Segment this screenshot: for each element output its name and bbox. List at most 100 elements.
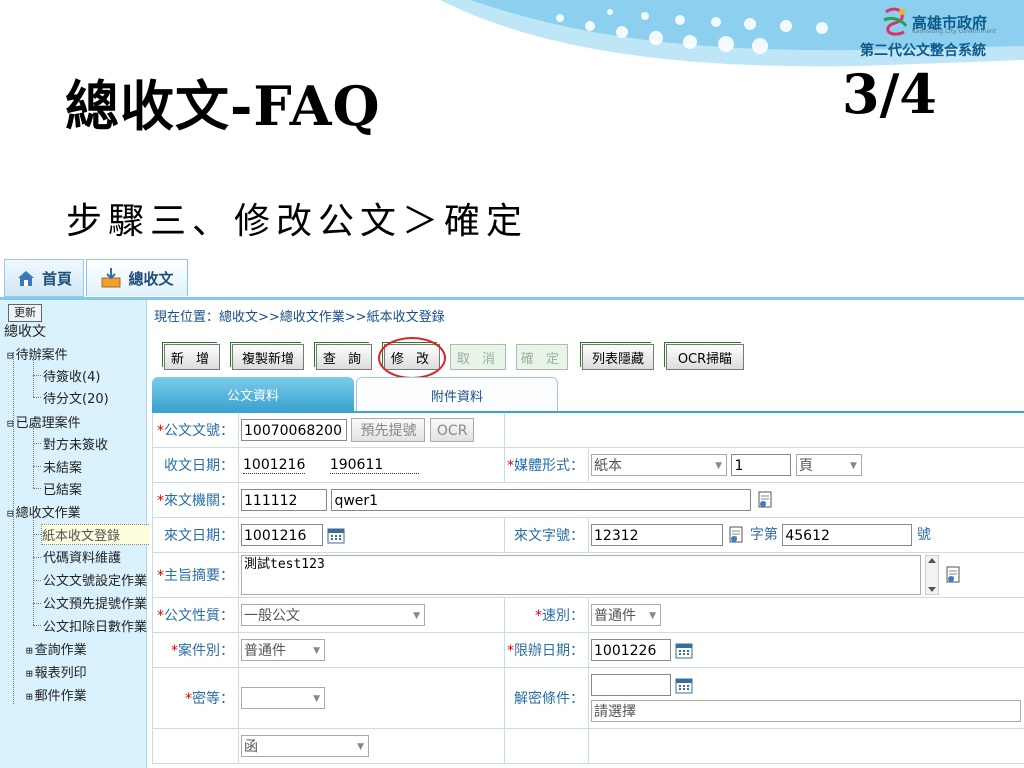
subject-label: *主旨摘要：	[152, 552, 239, 598]
ocr-scan-button[interactable]: OCR掃瞄	[664, 342, 744, 370]
kaohsiung-emblem-icon	[883, 7, 908, 36]
secret-select[interactable]: ▼	[241, 687, 325, 709]
tree-group-reports[interactable]: ⊞ 報表列印	[26, 662, 87, 681]
recv-time-value: 190611	[329, 457, 420, 474]
from-org-name-input[interactable]: qwer1	[331, 489, 752, 511]
declass-label: 解密條件：	[504, 667, 589, 729]
top-tab-bar: 首頁 總收文	[0, 255, 1024, 300]
slide-step-heading: 步驟三、修改公文＞確定	[66, 201, 529, 242]
form-row-recv-date: 收文日期： 1001216 190611 *媒體形式： 紙本 ▼ 1 頁 ▼	[152, 447, 1024, 483]
confirm-button[interactable]: 確 定	[516, 344, 568, 370]
expand-icon[interactable]: ⊞	[26, 667, 33, 680]
nature-select[interactable]: 一般公文 ▼	[241, 604, 425, 626]
ocr-button[interactable]: OCR	[429, 418, 475, 442]
speed-select[interactable]: 普通件 ▼	[591, 604, 661, 626]
doc-no-input[interactable]: 10070068200	[241, 419, 347, 441]
tree-group-mail[interactable]: ⊞ 郵件作業	[26, 685, 87, 704]
tab-general-receive[interactable]: 總收文	[86, 259, 188, 296]
nature-label: *公文性質：	[152, 597, 239, 633]
phrase-lookup-icon[interactable]	[944, 566, 962, 584]
case-type-label: *案件別：	[152, 632, 239, 668]
collapse-icon[interactable]: ⊟	[7, 349, 14, 362]
add-button[interactable]: 新 增	[162, 342, 220, 370]
media-label: *媒體形式：	[504, 447, 589, 483]
dropdown-arrow-icon: ▼	[649, 611, 656, 621]
tree-item-code-maintenance[interactable]: 代碼資料維護	[43, 547, 121, 566]
case-type-select[interactable]: 普通件 ▼	[241, 639, 325, 661]
hide-list-button[interactable]: 列表隱藏	[580, 342, 654, 370]
tree-group-query[interactable]: ⊞ 查詢作業	[26, 639, 87, 658]
doc-lookup-icon[interactable]	[727, 526, 745, 544]
pre-number-button[interactable]: 預先提號	[351, 418, 426, 442]
form-row-from-org: *來文機關： 111112 qwer1	[152, 482, 1024, 518]
copy-add-button[interactable]: 複製新增	[230, 342, 304, 370]
tree-item-pending-sign[interactable]: 待簽收(4)	[43, 366, 100, 385]
org-lookup-icon[interactable]	[756, 491, 774, 509]
tree-item-not-signed[interactable]: 對方未簽收	[43, 434, 108, 453]
form-row-doc-no: *公文文號： 10070068200 預先提號 OCR	[152, 411, 1024, 448]
deadline-input[interactable]: 1001226	[591, 639, 671, 661]
tab-general-receive-label: 總收文	[128, 269, 174, 288]
tree-item-closed-cases[interactable]: 已結案	[43, 479, 82, 498]
media-unit-select[interactable]: 頁 ▼	[795, 454, 862, 476]
speed-label: *速別：	[504, 597, 589, 633]
media-select[interactable]: 紙本 ▼	[591, 454, 727, 476]
tree-item-pending-assign[interactable]: 待分文(20)	[43, 388, 109, 407]
calendar-icon[interactable]	[675, 641, 693, 659]
from-no-input[interactable]: 12312	[591, 524, 723, 546]
dropdown-arrow-icon: ▼	[849, 461, 857, 471]
sidebar: 更新 總收文 ⊟ 待辦案件 待簽收(4) 待分文(20) ⊟ 已處理案件 對方未簽收…	[0, 300, 187, 768]
tree-item-deduct-days[interactable]: 公文扣除日數作業	[43, 616, 147, 635]
from-no-label: 來文字號：	[504, 517, 589, 553]
slide-page-number: 3/4	[842, 62, 937, 126]
dropdown-arrow-icon: ▼	[413, 611, 420, 621]
tree-group-pending[interactable]: ⊟ 待辦案件	[7, 344, 68, 363]
app-window: 首頁 總收文 更新 總收文 ⊟ 待辦案件 待簽收(4) 待分文(20) ⊟ 已處理案…	[0, 255, 1024, 768]
refresh-button[interactable]: 更新	[8, 304, 42, 322]
subject-textarea[interactable]: 測試test123	[241, 555, 921, 595]
tab-home-label: 首頁	[41, 269, 72, 288]
from-date-label: 來文日期：	[152, 517, 239, 553]
doc-type-select[interactable]: 函 ▼	[241, 735, 369, 757]
tree-group-receive-ops[interactable]: ⊟ 總收文作業	[7, 502, 81, 521]
media-qty-input[interactable]: 1	[731, 454, 792, 476]
expand-icon[interactable]: ⊞	[26, 644, 33, 657]
dropdown-arrow-icon: ▼	[313, 694, 320, 704]
declass-date-input[interactable]	[591, 674, 671, 696]
tab-home[interactable]: 首頁	[4, 259, 84, 297]
calendar-icon[interactable]	[675, 676, 693, 694]
tree-item-open-cases[interactable]: 未結案	[43, 457, 82, 476]
from-org-code-input[interactable]: 111112	[241, 489, 327, 511]
form-row-case-type: *案件別： 普通件 ▼ *限辦日期： 1001226	[152, 632, 1024, 668]
home-icon	[17, 271, 34, 286]
number-suffix: 號	[916, 527, 931, 543]
tab-attachment-data[interactable]: 附件資料	[356, 377, 558, 412]
system-name: 第二代公文整合系統	[860, 43, 986, 59]
tree-item-pre-numbering[interactable]: 公文預先提號作業	[43, 593, 147, 612]
collapse-icon[interactable]: ⊟	[7, 417, 14, 430]
government-logo: 高雄市政府 Kaohsiung City Government 第二代公文整合系…	[856, 4, 1016, 60]
logo-english: Kaohsiung City Government	[912, 28, 997, 35]
dropdown-arrow-icon: ▼	[715, 461, 722, 471]
breadcrumb: 現在位置：總收文>>總收文作業>>紙本收文登錄	[154, 310, 445, 325]
tab-document-data[interactable]: 公文資料	[152, 377, 354, 411]
from-date-input[interactable]: 1001216	[241, 524, 323, 546]
inbox-download-icon	[101, 268, 121, 288]
form-row-last: 函 ▼	[152, 728, 1024, 764]
cancel-button[interactable]: 取 消	[450, 344, 506, 370]
collapse-icon[interactable]: ⊟	[7, 507, 14, 520]
document-form: *公文文號： 10070068200 預先提號 OCR 收文日期： 100121…	[152, 411, 1024, 764]
textarea-scroll-icon[interactable]	[925, 555, 940, 595]
from-no-number-input[interactable]: 45612	[782, 524, 913, 546]
highlight-circle	[378, 337, 446, 379]
form-row-subject: *主旨摘要： 測試test123	[152, 552, 1024, 598]
slide-title: 總收文-FAQ	[65, 74, 381, 138]
query-button[interactable]: 查 詢	[314, 342, 372, 370]
tree-item-doc-number-settings[interactable]: 公文文號設定作業	[43, 570, 147, 589]
calendar-icon[interactable]	[327, 526, 345, 544]
tree-group-processed[interactable]: ⊟ 已處理案件	[7, 412, 81, 431]
declass-condition-select[interactable]: 請選擇	[591, 700, 1021, 722]
main-content: 現在位置：總收文>>總收文作業>>紙本收文登錄 新 增 複製新增 查 詢 修 改…	[150, 300, 1024, 768]
expand-icon[interactable]: ⊞	[26, 690, 33, 703]
dropdown-arrow-icon: ▼	[357, 742, 364, 752]
